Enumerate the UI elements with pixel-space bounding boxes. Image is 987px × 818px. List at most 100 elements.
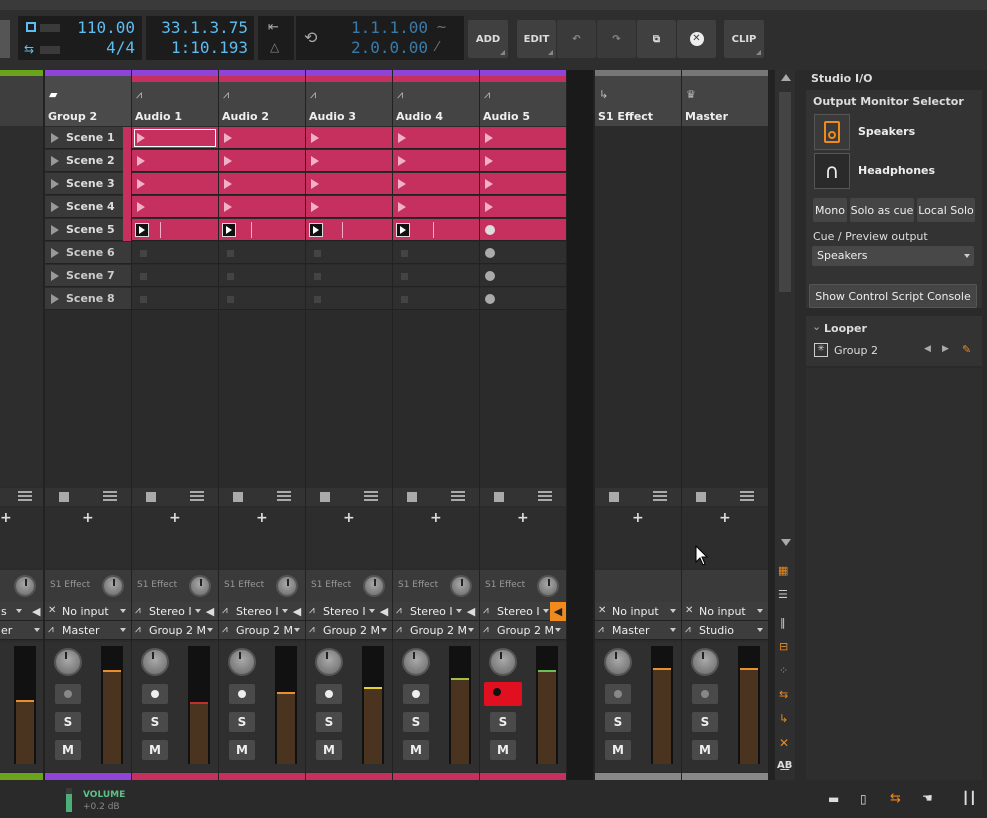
ab-icon[interactable]: A͟B [777, 760, 792, 771]
solo-button[interactable]: S [55, 712, 81, 732]
mute-button[interactable]: M [316, 740, 342, 760]
play-icon[interactable] [485, 179, 493, 189]
play-icon[interactable] [137, 202, 145, 212]
monitor-speaker-icon[interactable]: ◀ [289, 602, 305, 621]
list-icon[interactable] [190, 491, 204, 502]
playing-icon[interactable] [309, 223, 323, 237]
hand-icon[interactable]: ☚ [922, 791, 933, 805]
send-knob[interactable] [450, 575, 472, 597]
list-icon[interactable] [18, 491, 32, 502]
mute-button[interactable]: M [692, 740, 718, 760]
redo-button[interactable]: ↷ [597, 20, 636, 58]
clip-slot[interactable] [480, 127, 566, 149]
play-icon[interactable] [485, 156, 493, 166]
partial-input[interactable]: s ◀ [0, 602, 43, 621]
send-knob[interactable] [14, 575, 36, 597]
stop-icon[interactable] [227, 296, 234, 303]
output-selector[interactable]: ⩘ Master [595, 621, 681, 640]
clip-slot[interactable] [306, 265, 392, 287]
list-icon[interactable] [277, 491, 291, 502]
play-icon[interactable] [51, 225, 59, 235]
pan-knob[interactable] [604, 648, 632, 676]
clip-slot[interactable] [132, 196, 218, 218]
record-arm-button[interactable] [142, 684, 168, 704]
pan-knob[interactable] [489, 648, 517, 676]
edit-button[interactable]: EDIT [517, 20, 556, 58]
clip-slot[interactable] [219, 288, 305, 310]
solo-button[interactable]: S [142, 712, 168, 732]
scene-slot[interactable]: Scene 6 [45, 242, 131, 264]
volume-meter[interactable] [536, 646, 558, 764]
local-solo-button[interactable]: Local Solo [917, 198, 975, 222]
play-icon[interactable] [224, 133, 232, 143]
solo-button[interactable]: S [403, 712, 429, 732]
clip-slot[interactable] [132, 242, 218, 264]
scene-slot[interactable]: Scene 8 [45, 288, 131, 310]
solo-button[interactable]: S [605, 712, 631, 732]
track-header[interactable]: ⩘ Audio 4 [393, 70, 479, 126]
scene-slot[interactable]: Scene 5 [45, 219, 131, 241]
output-selector[interactable]: ⩘ Group 2 Mas [132, 621, 218, 640]
volume-meter-icon[interactable] [66, 788, 72, 812]
play-icon[interactable] [224, 179, 232, 189]
send-knob[interactable] [102, 575, 124, 597]
mute-button[interactable]: M [605, 740, 631, 760]
position-display[interactable]: 33.1.3.75 1:10.193 [146, 16, 254, 60]
monitor-speaker-icon[interactable]: ◀ [376, 602, 392, 621]
output-selector[interactable]: ⩘ Master [45, 621, 131, 640]
clip-slot[interactable] [219, 265, 305, 287]
play-icon[interactable] [51, 179, 59, 189]
stop-icon[interactable] [314, 273, 321, 280]
add-fx-icon[interactable]: + [719, 510, 731, 526]
scroll-down-icon[interactable] [781, 539, 791, 546]
tempo-display[interactable]: ⇆ 110.00 4/4 [18, 16, 142, 60]
stop-button[interactable] [320, 492, 330, 502]
add-fx-icon[interactable]: + [169, 510, 181, 526]
list-icon[interactable] [740, 491, 754, 502]
clip-slot[interactable] [393, 196, 479, 218]
record-arm-button[interactable] [316, 684, 342, 704]
record-arm-button[interactable] [692, 684, 718, 704]
mute-button[interactable]: M [229, 740, 255, 760]
stop-button[interactable] [696, 492, 706, 502]
volume-meter[interactable] [101, 646, 123, 764]
record-arm-button[interactable] [403, 684, 429, 704]
input-selector[interactable]: ✕ No input [595, 602, 681, 621]
track-header[interactable]: ⩘ Audio 1 [132, 70, 218, 126]
stop-button[interactable] [609, 492, 619, 502]
clip-slot[interactable] [306, 288, 392, 310]
mixer-toggle-icon[interactable]: ⇆ [890, 791, 901, 806]
clip-slot[interactable] [480, 173, 566, 195]
play-icon[interactable] [398, 156, 406, 166]
play-icon[interactable] [137, 179, 145, 189]
clip-slot[interactable] [393, 242, 479, 264]
play-icon[interactable] [224, 202, 232, 212]
clip-slot[interactable] [306, 127, 392, 149]
add-fx-icon[interactable]: + [256, 510, 268, 526]
record-arm-button[interactable] [55, 684, 81, 704]
metronome-tick-icon[interactable]: △ [270, 40, 279, 54]
clip-slot[interactable] [480, 265, 566, 287]
play-icon[interactable] [224, 156, 232, 166]
stop-icon[interactable] [140, 250, 147, 257]
clip-slot[interactable] [480, 196, 566, 218]
clip-slot[interactable] [393, 150, 479, 172]
output-selector[interactable]: ⩘ Group 2 Mas [219, 621, 305, 640]
stop-button[interactable] [59, 492, 69, 502]
pan-knob[interactable] [141, 648, 169, 676]
play-icon[interactable] [51, 202, 59, 212]
clip-button[interactable]: CLIP [724, 20, 764, 58]
clip-slot[interactable] [393, 265, 479, 287]
input-selector[interactable]: ⩘ Stereo I ◀ [219, 602, 305, 621]
stop-button[interactable] [494, 492, 504, 502]
clip-slot[interactable] [306, 173, 392, 195]
scene-slot[interactable]: Scene 4 [45, 196, 131, 218]
monitor-speaker-icon[interactable]: ◀ [463, 602, 479, 621]
clip-slot[interactable] [393, 127, 479, 149]
playing-icon[interactable] [135, 223, 149, 237]
record-icon[interactable] [485, 271, 495, 281]
play-icon[interactable] [51, 156, 59, 166]
volume-meter[interactable] [449, 646, 471, 764]
next-icon[interactable]: ▶ [942, 344, 949, 354]
show-console-button[interactable]: Show Control Script Console [809, 284, 977, 308]
